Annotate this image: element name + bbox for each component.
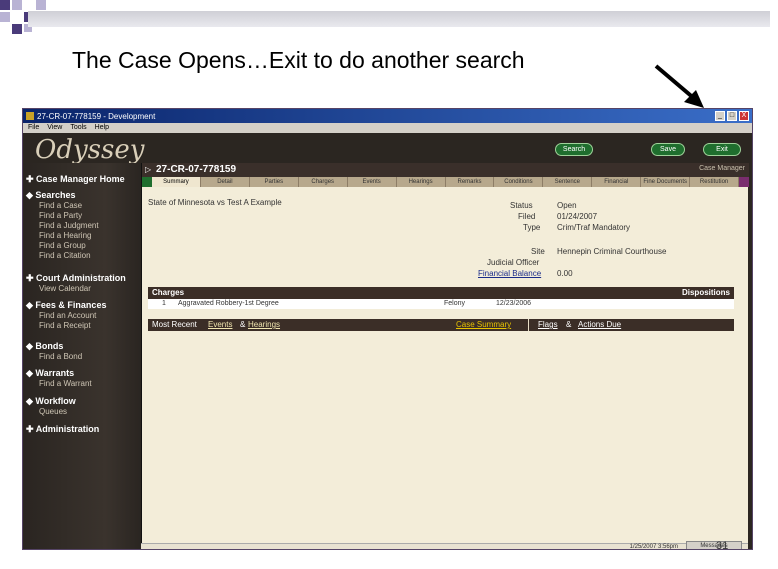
menu-file[interactable]: File — [28, 123, 39, 133]
events-divider — [528, 319, 529, 331]
status-bar: 1/25/2007 3:56pm Messages — [141, 541, 748, 550]
menu-help[interactable]: Help — [95, 123, 109, 133]
sidebar: ✚ Case Manager Home ◆ Searches Find a Ca… — [23, 163, 141, 549]
events-amp: & — [240, 320, 246, 329]
site-value: Hennepin Criminal Courthouse — [557, 247, 667, 256]
sidebar-item-view-calendar[interactable]: View Calendar — [39, 284, 91, 293]
search-button[interactable]: Search — [555, 143, 593, 156]
slide: The Case Opens…Exit to do another search… — [0, 0, 778, 569]
charges-title: Charges — [152, 288, 185, 297]
site-label: Site — [531, 247, 545, 256]
sidebar-case-manager-home[interactable]: ✚ Case Manager Home — [26, 174, 125, 185]
party-caption: State of Minnesota vs Test A Example — [148, 198, 282, 207]
menu-view[interactable]: View — [47, 123, 62, 133]
status-timestamp: 1/25/2007 3:56pm — [629, 544, 678, 550]
status-value: Open — [557, 201, 577, 210]
flags-amp: & — [566, 320, 572, 329]
tab-collapse-icon[interactable] — [142, 177, 152, 187]
window-title: 27-CR-07-778159 - Development — [37, 111, 156, 121]
odyssey-logo: Odyssey — [35, 135, 145, 165]
app-content: Odyssey Search Save Exit ✚ Case Manager … — [23, 133, 752, 550]
charges-header: Charges Dispositions — [148, 287, 734, 299]
menu-tools[interactable]: Tools — [70, 123, 86, 133]
filed-value: 01/24/2007 — [557, 212, 598, 221]
case-summary-link[interactable]: Case Summary — [456, 320, 511, 329]
sidebar-item-find-group[interactable]: Find a Group — [39, 241, 86, 250]
maximize-button[interactable]: □ — [727, 111, 737, 121]
tab-remarks[interactable]: Remarks — [445, 177, 495, 187]
case-panel: ▷ 27-CR-07-778159 Case Manager Summary D… — [141, 163, 750, 543]
flags-link[interactable]: Flags — [538, 320, 558, 329]
close-button[interactable]: X — [739, 111, 749, 121]
tab-restitution[interactable]: Restitution — [690, 177, 740, 187]
charge-description: Aggravated Robbery-1st Degree — [178, 300, 279, 307]
charge-level: Felony — [444, 300, 466, 307]
sidebar-item-find-account[interactable]: Find an Account — [39, 311, 96, 320]
messages-button[interactable]: Messages — [686, 541, 742, 549]
tab-parties[interactable]: Parties — [249, 177, 299, 187]
judicial-officer-label: Judicial Officer — [487, 258, 540, 267]
type-label: Type — [523, 223, 541, 232]
sidebar-item-find-hearing[interactable]: Find a Hearing — [39, 231, 91, 240]
financial-balance-value: 0.00 — [557, 269, 573, 278]
tab-conditions[interactable]: Conditions — [494, 177, 544, 187]
window-titlebar: 27-CR-07-778159 - Development _ □ X — [23, 109, 752, 123]
case-tabs: Summary Detail Parties Charges Events He… — [142, 177, 750, 187]
events-link[interactable]: Events — [208, 320, 232, 329]
sidebar-item-find-citation[interactable]: Find a Citation — [39, 251, 91, 260]
dispositions-title: Dispositions — [681, 288, 730, 297]
window-app-icon — [26, 112, 34, 120]
arrow-icon — [654, 64, 704, 108]
sidebar-fees-finances[interactable]: ◆ Fees & Finances — [26, 300, 106, 311]
app-window: 27-CR-07-778159 - Development _ □ X File… — [22, 108, 753, 550]
tab-events[interactable]: Events — [347, 177, 397, 187]
tab-scroll-icon[interactable] — [739, 177, 750, 187]
tab-fine-documents[interactable]: Fine Documents — [641, 177, 691, 187]
events-prefix: Most Recent — [152, 320, 197, 329]
sidebar-item-find-party[interactable]: Find a Party — [39, 211, 82, 220]
menubar: File View Tools Help — [23, 123, 752, 133]
table-row[interactable]: 1 Aggravated Robbery-1st Degree Felony 1… — [148, 299, 734, 309]
sidebar-workflow[interactable]: ◆ Workflow — [26, 396, 76, 407]
title-band — [28, 11, 770, 27]
tab-charges[interactable]: Charges — [298, 177, 348, 187]
tab-hearings[interactable]: Hearings — [396, 177, 446, 187]
type-value: Crim/Traf Mandatory — [557, 223, 631, 232]
tab-detail[interactable]: Detail — [200, 177, 250, 187]
case-number: 27-CR-07-778159 — [156, 164, 237, 175]
status-label: Status — [510, 201, 533, 210]
app-banner: Odyssey Search Save Exit — [23, 133, 752, 165]
case-header: ▷ 27-CR-07-778159 Case Manager — [142, 163, 749, 177]
minimize-button[interactable]: _ — [715, 111, 725, 121]
sidebar-item-queues[interactable]: Queues — [39, 407, 67, 416]
slide-title: The Case Opens…Exit to do another search — [72, 47, 525, 73]
filed-label: Filed — [518, 212, 536, 221]
sidebar-court-administration[interactable]: ✚ Court Administration — [26, 273, 126, 284]
page-number: 31 — [716, 540, 729, 552]
sidebar-bonds[interactable]: ◆ Bonds — [26, 341, 63, 352]
sidebar-item-find-receipt[interactable]: Find a Receipt — [39, 321, 91, 330]
charge-number: 1 — [162, 300, 166, 307]
sidebar-item-find-warrant[interactable]: Find a Warrant — [39, 379, 92, 388]
save-button[interactable]: Save — [651, 143, 685, 156]
play-icon: ▷ — [145, 165, 152, 174]
tab-financial[interactable]: Financial — [592, 177, 642, 187]
sidebar-item-find-judgment[interactable]: Find a Judgment — [39, 221, 99, 230]
tab-summary[interactable]: Summary — [152, 177, 201, 187]
hearings-link[interactable]: Hearings — [248, 320, 280, 329]
corner-decoration — [0, 0, 46, 46]
exit-button[interactable]: Exit — [703, 143, 741, 156]
tab-sentence[interactable]: Sentence — [543, 177, 593, 187]
sidebar-warrants[interactable]: ◆ Warrants — [26, 368, 74, 379]
events-bar: Most Recent Events & Hearings Case Summa… — [148, 319, 734, 331]
sidebar-administration[interactable]: ✚ Administration — [26, 424, 99, 435]
financial-balance-link[interactable]: Financial Balance — [478, 269, 541, 278]
sidebar-item-find-bond[interactable]: Find a Bond — [39, 352, 82, 361]
sidebar-item-find-case[interactable]: Find a Case — [39, 201, 82, 210]
case-manager-label: Case Manager — [699, 165, 745, 172]
sidebar-searches[interactable]: ◆ Searches — [26, 190, 75, 201]
charge-date: 12/23/2006 — [496, 300, 532, 307]
actions-due-link[interactable]: Actions Due — [578, 320, 621, 329]
